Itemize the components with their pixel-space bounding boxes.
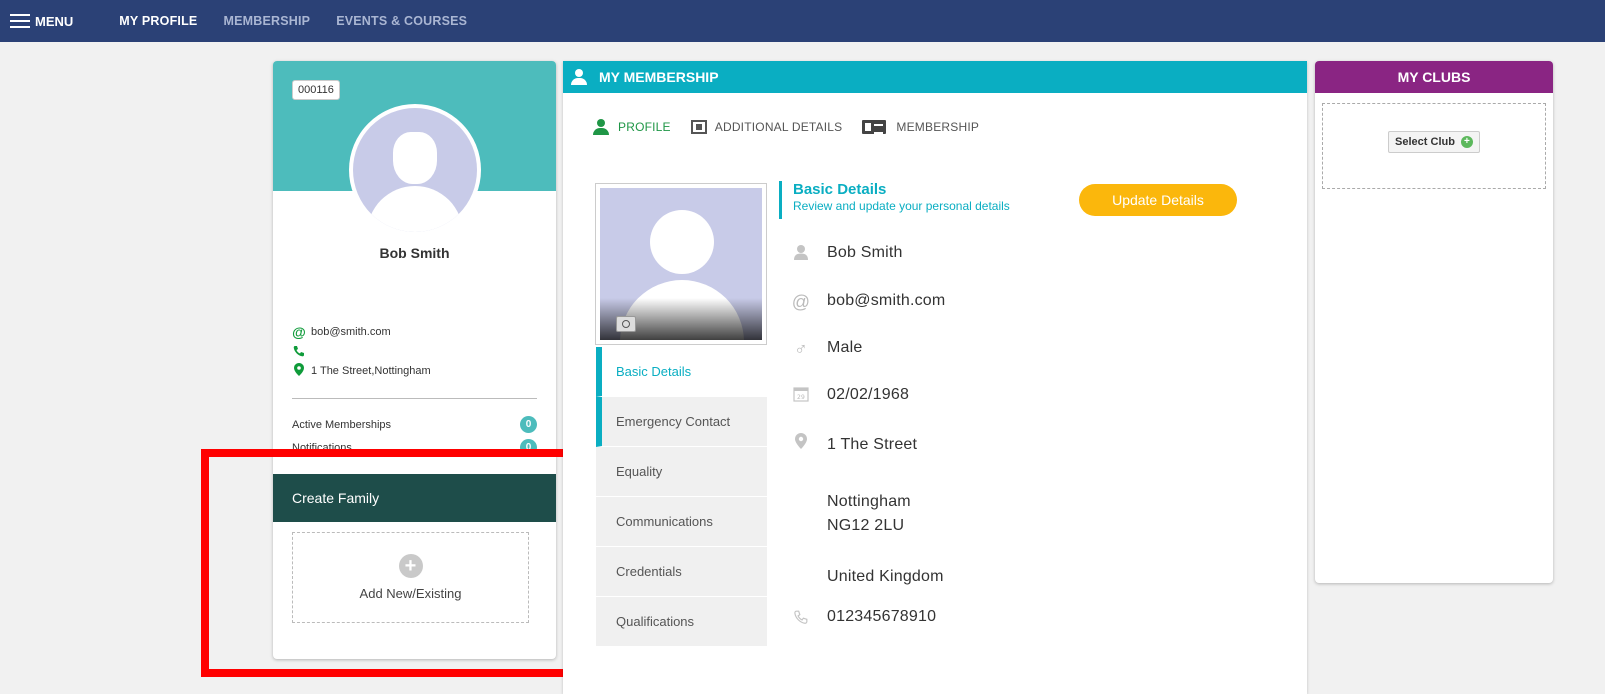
nav-events-courses[interactable]: EVENTS & COURSES: [336, 14, 467, 28]
clubs-panel: MY CLUBS Select Club +: [1315, 61, 1553, 583]
avatar-placeholder-icon: [353, 108, 477, 232]
stat-active-memberships[interactable]: Active Memberships 0: [292, 416, 537, 433]
at-icon: @: [292, 324, 306, 340]
details-subtitle: Review and update your personal details: [793, 199, 1010, 213]
nav-my-profile[interactable]: MY PROFILE: [119, 14, 197, 28]
club-select-area: Select Club +: [1322, 103, 1546, 189]
clubs-header: MY CLUBS: [1315, 61, 1553, 93]
detail-address-row: 1 The Street Nottingham NG12 2LU United …: [791, 433, 944, 589]
stat-label: Active Memberships: [292, 418, 392, 431]
nav-membership[interactable]: MEMBERSHIP: [223, 14, 310, 28]
detail-name-row: Bob Smith: [791, 244, 903, 264]
tab-label: ADDITIONAL DETAILS: [714, 120, 843, 134]
user-icon: [571, 69, 587, 85]
phone-icon: [292, 344, 306, 360]
profile-name: Bob Smith: [379, 245, 450, 261]
location-pin-icon: [292, 363, 306, 379]
tab-profile[interactable]: PROFILE: [593, 119, 671, 135]
profile-email: bob@smith.com: [311, 326, 391, 338]
update-details-button[interactable]: Update Details: [1079, 184, 1237, 216]
detail-phone-row: 012345678910: [791, 608, 936, 628]
membership-title: MY MEMBERSHIP: [599, 69, 719, 85]
at-icon: @: [791, 292, 811, 312]
side-tab-qualifications[interactable]: Qualifications: [596, 597, 767, 647]
membership-header: MY MEMBERSHIP: [563, 61, 1307, 93]
details-title: Basic Details: [793, 181, 887, 198]
detail-gender-row: ♂ Male: [791, 339, 862, 359]
profile-photo[interactable]: [595, 183, 767, 345]
profile-address-row: 1 The Street,Nottingham: [292, 363, 431, 379]
detail-name: Bob Smith: [827, 244, 903, 261]
calendar-icon: 29: [791, 386, 811, 406]
avatar-placeholder-icon: [600, 188, 762, 340]
top-navigation: MENU MY PROFILE MEMBERSHIP EVENTS & COUR…: [0, 0, 1605, 42]
select-club-button[interactable]: Select Club +: [1388, 131, 1480, 153]
phone-icon: [791, 608, 811, 628]
address-country: United Kingdom: [827, 568, 944, 585]
side-tabs: Basic Details Emergency Contact Equality…: [596, 347, 767, 647]
highlight-box: [201, 449, 603, 677]
address-city: Nottingham: [827, 493, 911, 510]
detail-email: bob@smith.com: [827, 292, 946, 309]
menu-label: MENU: [35, 13, 74, 29]
address-postcode: NG12 2LU: [827, 517, 905, 534]
count-badge: 0: [520, 416, 537, 433]
divider: [292, 398, 537, 399]
side-tab-emergency-contact[interactable]: Emergency Contact: [596, 397, 767, 447]
id-card-icon: [862, 120, 887, 134]
contact-card-icon: [690, 120, 707, 134]
side-tab-equality[interactable]: Equality: [596, 447, 767, 497]
hamburger-icon: [10, 14, 30, 28]
detail-gender: Male: [827, 339, 863, 356]
side-tab-credentials[interactable]: Credentials: [596, 547, 767, 597]
details-heading: Basic Details Review and update your per…: [779, 181, 1010, 219]
detail-dob: 02/02/1968: [827, 386, 910, 403]
profile-address: 1 The Street,Nottingham: [311, 365, 431, 377]
menu-button[interactable]: MENU: [10, 14, 73, 29]
tab-membership[interactable]: MEMBERSHIP: [862, 120, 979, 134]
side-tab-basic-details[interactable]: Basic Details: [596, 347, 767, 397]
plus-icon: +: [1460, 136, 1473, 148]
location-pin-icon: [791, 433, 811, 453]
profile-phone-row: [292, 344, 311, 360]
avatar: [349, 104, 481, 236]
tab-label: MEMBERSHIP: [896, 120, 980, 134]
detail-phone: 012345678910: [827, 608, 937, 625]
tab-additional-details[interactable]: ADDITIONAL DETAILS: [690, 120, 843, 134]
camera-icon[interactable]: [616, 316, 636, 332]
membership-panel: MY MEMBERSHIP PROFILE ADDITIONAL DETAILS…: [563, 61, 1307, 694]
person-icon: [791, 244, 811, 264]
user-icon: [593, 119, 609, 135]
profile-email-row: @ bob@smith.com: [292, 324, 391, 340]
select-club-label: Select Club: [1395, 136, 1455, 148]
side-tab-communications[interactable]: Communications: [596, 497, 767, 547]
address-line1: 1 The Street: [827, 436, 918, 453]
detail-email-row: @ bob@smith.com: [791, 292, 945, 312]
subtabs: PROFILE ADDITIONAL DETAILS MEMBERSHIP: [593, 119, 999, 135]
tab-label: PROFILE: [618, 120, 671, 134]
male-icon: ♂: [794, 339, 808, 359]
detail-dob-row: 29 02/02/1968: [791, 386, 909, 406]
detail-address: 1 The Street Nottingham NG12 2LU United …: [827, 433, 944, 589]
member-id-badge: 000116: [292, 80, 340, 100]
svg-text:29: 29: [797, 394, 805, 401]
